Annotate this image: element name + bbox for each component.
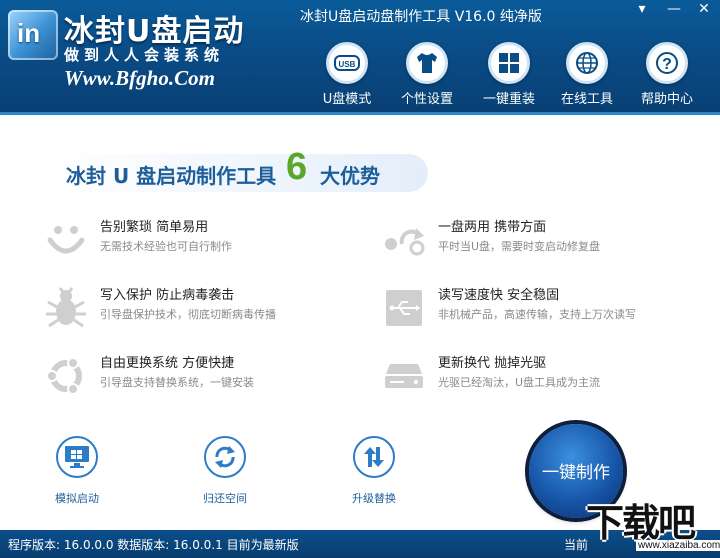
globe-icon: [566, 42, 608, 84]
feature-title: 一盘两用 携带方面: [438, 220, 547, 235]
feature-desc: 平时当U盘，需要时变启动修复盘: [438, 240, 601, 253]
feature-item: 一盘两用 携带方面 平时当U盘，需要时变启动修复盘: [382, 216, 682, 266]
tool-label: 模拟启动: [55, 492, 99, 505]
close-button[interactable]: ✕: [690, 0, 718, 18]
headline-number: 6: [286, 146, 308, 188]
header: in 冰封U盘启动 做到人人会装系统 Www.Bfgho.Com 冰封U盘启动盘…: [0, 0, 720, 115]
status-text: 程序版本: 16.0.0.0 数据版本: 16.0.0.1 目前为最新版: [8, 538, 299, 552]
svg-text:?: ?: [662, 56, 672, 73]
feature-desc: 非机械产品，高速传输，支持上万次读写: [438, 308, 636, 321]
nav-help-center[interactable]: ? 帮助中心: [632, 42, 702, 107]
svg-text:USB: USB: [339, 60, 356, 69]
restore-icon: [204, 436, 246, 478]
feature-desc: 引导盘支持替换系统，一键安装: [100, 376, 254, 389]
feature-item: 自由更换系统 方便快捷 引导盘支持替换系统，一键安装: [44, 352, 344, 402]
tshirt-icon: [406, 42, 448, 84]
one-click-make-label: 一键制作: [542, 463, 610, 483]
logo-icon: in: [8, 10, 58, 60]
bug-icon: [46, 287, 86, 328]
simulate-boot-button[interactable]: 模拟启动: [37, 436, 117, 506]
feature-title: 自由更换系统 方便快捷: [100, 356, 235, 371]
windows-icon: [488, 42, 530, 84]
feature-item: 更新换代 抛掉光驱 光驱已经淘汰，U盘工具成为主流: [382, 352, 682, 402]
app-slogan: 做到人人会装系统: [64, 46, 225, 64]
minimize-button[interactable]: —: [660, 0, 688, 18]
disk-drive-icon: [385, 364, 423, 388]
headline-text: 冰封 U 盘启动制作工具: [66, 164, 277, 188]
watermark-logo: 下载吧 www.xiazaiba.com: [580, 492, 720, 558]
app-url: Www.Bfgho.Com: [64, 66, 215, 90]
usb-icon: USB: [326, 42, 368, 84]
menu-dropdown-icon[interactable]: ▾: [628, 0, 656, 18]
ubuntu-icon: [46, 357, 82, 395]
upgrade-replace-button[interactable]: 升级替换: [334, 436, 414, 506]
tool-label: 归还空间: [203, 492, 247, 505]
smile-icon: [47, 226, 85, 254]
feature-item: 写入保护 防止病毒袭击 引导盘保护技术，彻底切断病毒传播: [44, 284, 344, 334]
feature-item: 告别繁琐 简单易用 无需技术经验也可自行制作: [44, 216, 344, 266]
app-window: in 冰封U盘启动 做到人人会装系统 Www.Bfgho.Com 冰封U盘启动盘…: [0, 0, 720, 558]
tool-label: 升级替换: [352, 492, 396, 505]
window-title: 冰封U盘启动盘制作工具 V16.0 纯净版: [300, 9, 542, 25]
main-content: 冰封 U 盘启动制作工具 6 大优势 告别繁琐 简单易用 无需技术经验也可自行制…: [0, 118, 720, 530]
watermark-text: 下载吧: [586, 501, 696, 545]
nav-label: 在线工具: [560, 92, 613, 107]
feature-title: 告别繁琐 简单易用: [100, 220, 209, 235]
feature-desc: 光驱已经淘汰，U盘工具成为主流: [438, 376, 601, 389]
headline-suffix: 大优势: [320, 164, 380, 188]
nav-one-click-reinstall[interactable]: 一键重装: [474, 42, 544, 107]
nav-label: 帮助中心: [640, 92, 693, 107]
monitor-windows-icon: [56, 436, 98, 478]
feature-title: 更新换代 抛掉光驱: [438, 356, 547, 371]
nav-label: U盘模式: [322, 92, 372, 107]
feature-desc: 无需技术经验也可自行制作: [100, 240, 232, 253]
nav-label: 个性设置: [400, 92, 453, 107]
usb-drive-icon: [386, 290, 422, 326]
watermark-url: www.xiazaiba.com: [636, 540, 720, 551]
headline-banner: 冰封 U 盘启动制作工具 6 大优势: [48, 146, 428, 192]
nav-personal-settings[interactable]: 个性设置: [392, 42, 462, 107]
nav-label: 一键重装: [482, 92, 535, 107]
feature-title: 读写速度快 安全稳固: [438, 288, 560, 303]
feature-desc: 引导盘保护技术，彻底切断病毒传播: [100, 308, 276, 321]
logo-mark: in: [17, 18, 41, 48]
upgrade-icon: [353, 436, 395, 478]
help-icon: ?: [646, 42, 688, 84]
refresh-switch-icon: [385, 228, 425, 256]
feature-title: 写入保护 防止病毒袭击: [100, 288, 235, 303]
feature-item: 读写速度快 安全稳固 非机械产品，高速传输，支持上万次读写: [382, 284, 682, 334]
restore-space-button[interactable]: 归还空间: [185, 436, 265, 506]
nav-online-tools[interactable]: 在线工具: [552, 42, 622, 107]
nav-usb-mode[interactable]: USB U盘模式: [312, 42, 382, 107]
